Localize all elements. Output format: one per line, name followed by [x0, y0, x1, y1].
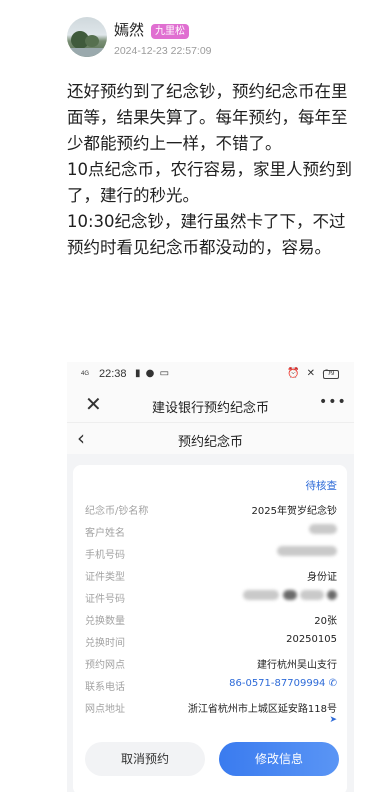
field-value: 浙江省杭州市上城区延安路118号	[187, 704, 337, 715]
phone-status-bar: 4G 22:38 ▮ ● ▭ ⏰ ✕ ◠ 79	[67, 362, 354, 388]
redacted-value	[277, 546, 337, 557]
field-value: 20张	[314, 616, 337, 627]
app-titlebar: ✕ 建设银行预约纪念币 •••	[67, 388, 354, 422]
field-value: 20250105	[286, 634, 337, 645]
field-quantity: 兑换数量 20张	[85, 612, 337, 628]
field-customer-name: 客户姓名	[85, 524, 337, 540]
field-contact-phone: 联系电话 86-0571-87709994 ✆	[85, 678, 337, 694]
field-address: 网点地址 浙江省杭州市上城区延安路118号 ➤	[85, 700, 337, 728]
field-label: 预约网点	[85, 660, 125, 671]
post-paragraph: 还好预约到了纪念钞，预约纪念币在里面等，结果失算了。每年预约，每年至少都能预约上…	[67, 82, 348, 153]
post-header: 嫣然 九里松 2024-12-23 22:57:09	[67, 14, 357, 62]
more-icon[interactable]: •••	[319, 394, 347, 410]
user-badge: 九里松	[151, 24, 189, 39]
field-value: 2025年贺岁纪念钞	[251, 506, 337, 517]
notification-icons: ▮ ● ▭	[135, 368, 171, 379]
post-paragraph: 10点纪念币，农行容易，家里人预约到了，建行的秒光。	[67, 160, 352, 205]
field-label: 兑换时间	[85, 638, 125, 649]
embedded-screenshot[interactable]: 4G 22:38 ▮ ● ▭ ⏰ ✕ ◠ 79 ✕ 建设银行预约纪念币 ••• …	[67, 362, 354, 792]
field-branch: 预约网点 建行杭州吴山支行	[85, 656, 337, 672]
field-coin-name: 纪念币/钞名称 2025年贺岁纪念钞	[85, 502, 337, 518]
field-id-number: 证件号码	[85, 590, 337, 606]
contact-phone-link[interactable]: 86-0571-87709994 ✆	[229, 678, 337, 689]
field-label: 手机号码	[85, 550, 125, 561]
field-label: 客户姓名	[85, 528, 125, 539]
field-id-type: 证件类型 身份证	[85, 568, 337, 584]
field-value: 身份证	[307, 572, 337, 583]
app-title: 建设银行预约纪念币	[151, 401, 269, 416]
field-label: 纪念币/钞名称	[85, 506, 149, 517]
status-label: 待核查	[305, 480, 338, 492]
field-phone: 手机号码	[85, 546, 337, 562]
post-timestamp: 2024-12-23 22:57:09	[114, 45, 212, 57]
field-label: 兑换数量	[85, 616, 125, 627]
network-indicator: 4G	[81, 371, 90, 377]
location-icon[interactable]: ➤	[329, 715, 337, 725]
page-title: 预约纪念币	[177, 435, 243, 450]
edit-info-button[interactable]: 修改信息	[219, 742, 339, 776]
field-date: 兑换时间 20250105	[85, 634, 337, 650]
field-label: 证件号码	[85, 594, 125, 605]
field-label: 联系电话	[85, 682, 125, 693]
post-body: 还好预约到了纪念钞，预约纪念币在里面等，结果失算了。每年预约，每年至少都能预约上…	[67, 79, 357, 261]
page-navbar: ‹ 预约纪念币	[67, 422, 354, 454]
cancel-reservation-button[interactable]: 取消预约	[85, 742, 205, 776]
redacted-value	[309, 524, 337, 535]
field-label: 网点地址	[85, 704, 125, 715]
post-paragraph: 10:30纪念钞，建行虽然卡了下，不过预约时看见纪念币都没动的，容易。	[67, 212, 346, 257]
field-value: 建行杭州吴山支行	[257, 660, 337, 671]
phone-number[interactable]: 86-0571-87709994	[229, 678, 325, 689]
avatar[interactable]	[67, 17, 107, 57]
field-label: 证件类型	[85, 572, 125, 583]
phone-icon[interactable]: ✆	[329, 678, 337, 689]
username[interactable]: 嫣然	[114, 19, 144, 40]
redacted-value	[243, 590, 337, 601]
status-time: 22:38	[99, 368, 127, 380]
battery-icon: 79	[323, 370, 339, 379]
